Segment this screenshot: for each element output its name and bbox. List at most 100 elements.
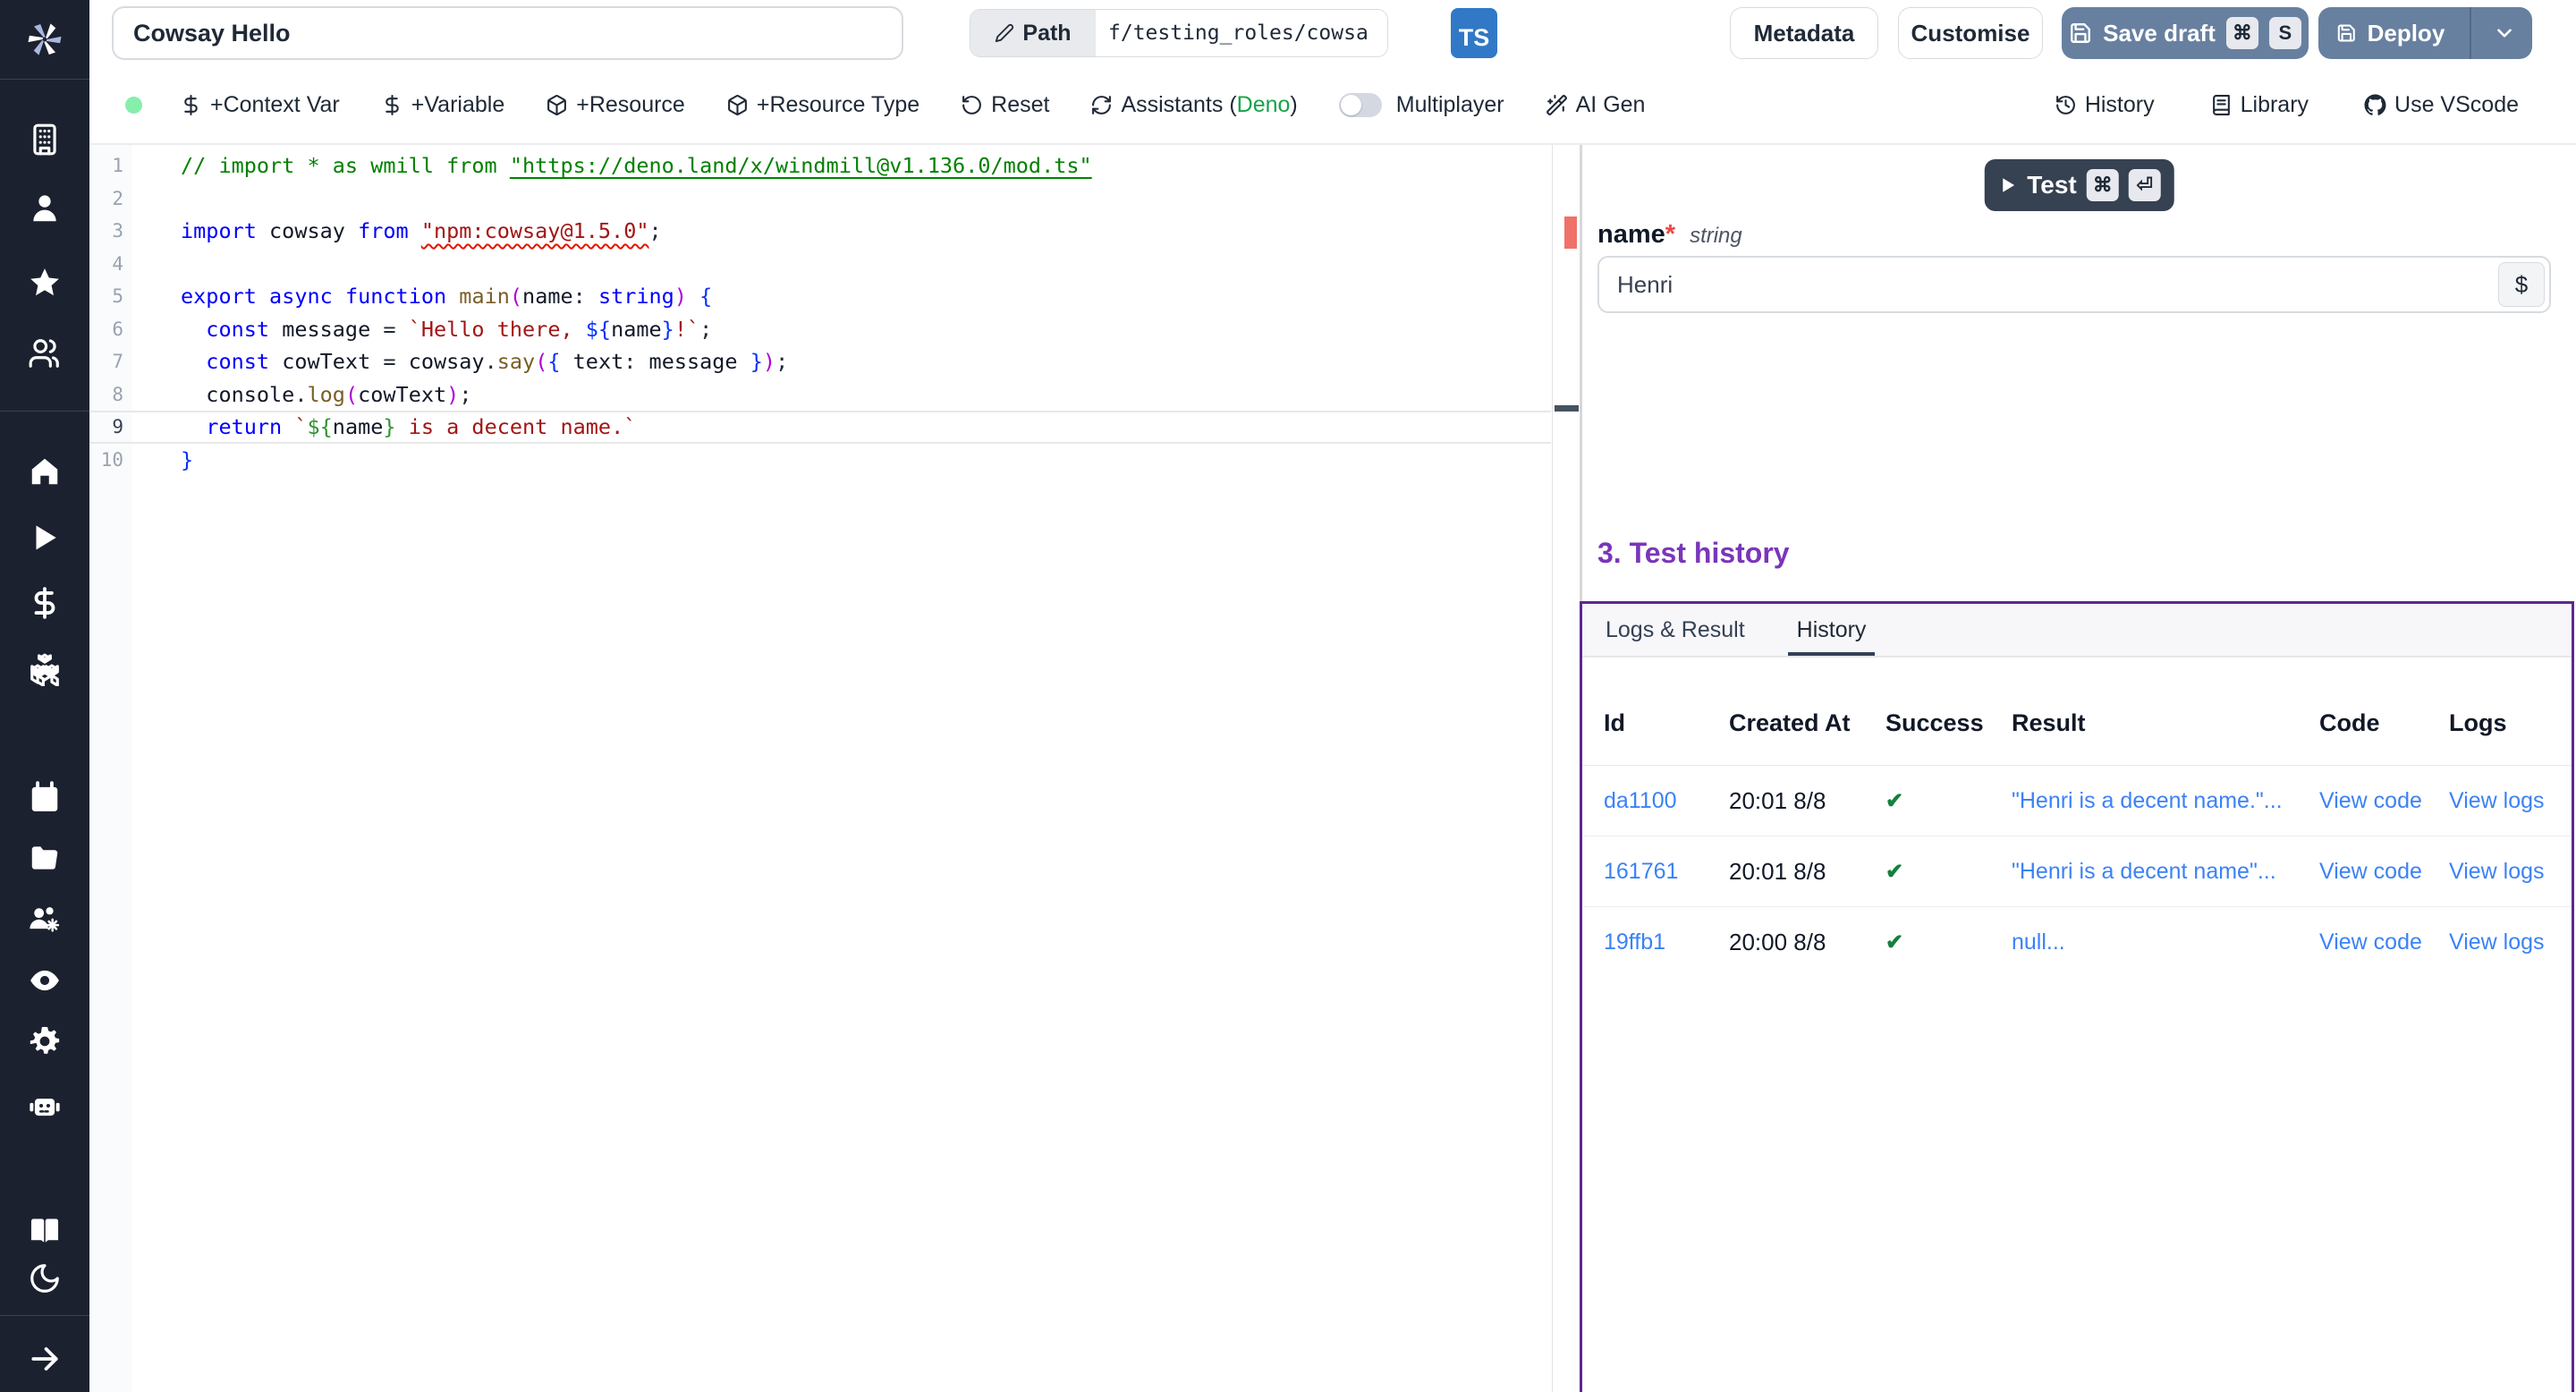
sidebar-item-star-icon[interactable] [28,266,62,300]
result-preview-link[interactable]: "Henri is a decent name."... [2012,788,2319,814]
history-row: 16176120:01 8/8✔"Henri is a decent name"… [1582,836,2572,907]
code-line-2: 2 [89,182,1551,216]
add-resource-label: +Resource [576,92,685,118]
code-line-6: 6 const message = `Hello there, ${name}!… [89,313,1551,346]
view-code-link[interactable]: View code [2319,859,2449,885]
result-preview-link[interactable]: "Henri is a decent name"... [2012,859,2319,885]
line-number: 2 [89,182,132,216]
history-row: 19ffb120:00 8/8✔null...View codeView log… [1582,907,2572,977]
reset-button[interactable]: Reset [961,92,1049,118]
job-id-link[interactable]: 19ffb1 [1604,929,1729,955]
view-logs-link[interactable]: View logs [2449,859,2572,885]
variable-picker-button[interactable]: $ [2498,262,2545,307]
add-context-var-label: +Context Var [210,92,340,118]
kbd-enter: ⏎ [2129,169,2161,201]
sidebar-item-users-gear-icon[interactable] [28,902,62,936]
column-header-success: Success [1885,709,2012,737]
sidebar-item-boxes-icon[interactable] [28,652,62,686]
deploy-button[interactable]: Deploy [2318,7,2532,59]
editor-toolbar: +Context Var +Variable +Resource +Resour… [89,66,2576,145]
code-line-8: 8 console.log(cowText); [89,378,1551,412]
library-button[interactable]: Library [2210,92,2309,118]
multiplayer-toggle[interactable] [1339,93,1382,117]
column-header-created-at: Created At [1729,709,1885,737]
library-label: Library [2241,92,2309,118]
sidebar-item-folder-icon[interactable] [28,841,62,875]
refresh-icon [1090,94,1113,116]
sidebar-item-user-icon[interactable] [28,191,62,225]
name-input[interactable] [1599,258,2549,311]
github-icon [2364,94,2386,116]
add-resource-button[interactable]: +Resource [546,92,685,118]
package-icon [546,94,568,116]
deploy-dropdown-button[interactable] [2482,21,2527,45]
sidebar-item-play-icon[interactable] [28,521,62,555]
code-line-5: 5export async function main(name: string… [89,280,1551,313]
status-dot [125,97,142,114]
job-id-link[interactable]: 161761 [1604,859,1729,885]
history-button[interactable]: History [2055,92,2155,118]
error-marker [1564,216,1577,249]
path-button[interactable]: Path [970,10,1096,56]
windmill-script-editor: Path TS Metadata Customise Save draft ⌘ … [0,0,2576,1392]
sidebar-item-robot-icon[interactable] [28,1089,62,1123]
add-variable-label: +Variable [411,92,504,118]
job-id-link[interactable]: da1100 [1604,788,1729,814]
customise-button[interactable]: Customise [1898,7,2043,59]
rotate-ccw-icon [961,94,983,116]
sidebar-item-eye-icon[interactable] [28,963,62,997]
sidebar-item-home-icon[interactable] [28,454,62,488]
save-icon [2069,21,2092,45]
test-button[interactable]: Test ⌘ ⏎ [1984,159,2174,211]
created-at: 20:00 8/8 [1729,929,1885,956]
history-tabbar: Logs & Result History [1582,604,2572,658]
path-input[interactable] [1096,10,1387,56]
view-code-link[interactable]: View code [2319,929,2449,955]
code-line-10: 10} [89,444,1551,477]
overview-ruler [1552,145,1580,1392]
result-preview-link[interactable]: null... [2012,929,2319,955]
script-title-input[interactable] [112,6,903,60]
windmill-logo[interactable] [0,0,89,80]
top-bar: Path TS Metadata Customise Save draft ⌘ … [89,0,2576,66]
sidebar-item-building-icon[interactable] [28,123,62,157]
add-context-var-button[interactable]: +Context Var [180,92,340,118]
line-number: 1 [89,149,132,182]
ai-gen-button[interactable]: AI Gen [1546,92,1646,118]
field-name: name [1597,220,1665,250]
view-code-link[interactable]: View code [2319,788,2449,814]
required-asterisk: * [1665,220,1675,250]
sidebar-item-book-icon[interactable] [28,1214,62,1248]
code-editor[interactable]: 1// import * as wmill from "https://deno… [89,145,1580,1392]
add-variable-button[interactable]: +Variable [381,92,504,118]
code-line-1: 1// import * as wmill from "https://deno… [89,149,1551,182]
sidebar-item-gear-icon[interactable] [28,1024,62,1058]
deploy-label: Deploy [2368,20,2445,47]
cursor-marker [1555,405,1579,412]
save-draft-button[interactable]: Save draft ⌘ S [2062,7,2309,59]
tab-logs-result[interactable]: Logs & Result [1606,604,1745,656]
add-resource-type-button[interactable]: +Resource Type [726,92,919,118]
toggle-knob [1341,95,1361,115]
sidebar-item-arrow-right-icon[interactable] [28,1342,62,1376]
name-field-wrap: $ [1597,256,2551,313]
created-at: 20:01 8/8 [1729,858,1885,886]
sidebar-item-calendar-icon[interactable] [28,780,62,814]
sidebar-divider [0,1315,89,1316]
success-check-icon: ✔ [1885,859,2012,885]
sidebar-item-dollar-icon[interactable] [28,586,62,620]
history-icon [2055,94,2077,116]
use-vscode-button[interactable]: Use VScode [2364,92,2519,118]
metadata-button[interactable]: Metadata [1730,7,1878,59]
tab-history[interactable]: History [1797,604,1867,656]
view-logs-link[interactable]: View logs [2449,929,2572,955]
kbd-cmd: ⌘ [2087,169,2119,201]
success-check-icon: ✔ [1885,929,2012,955]
multiplayer-label: Multiplayer [1396,92,1504,118]
test-label: Test [2027,171,2077,199]
package-icon [726,94,749,116]
view-logs-link[interactable]: View logs [2449,788,2572,814]
assistants-button[interactable]: Assistants (Deno) [1090,92,1297,118]
sidebar-item-moon-icon[interactable] [28,1261,62,1295]
sidebar-item-users-icon[interactable] [28,336,62,370]
